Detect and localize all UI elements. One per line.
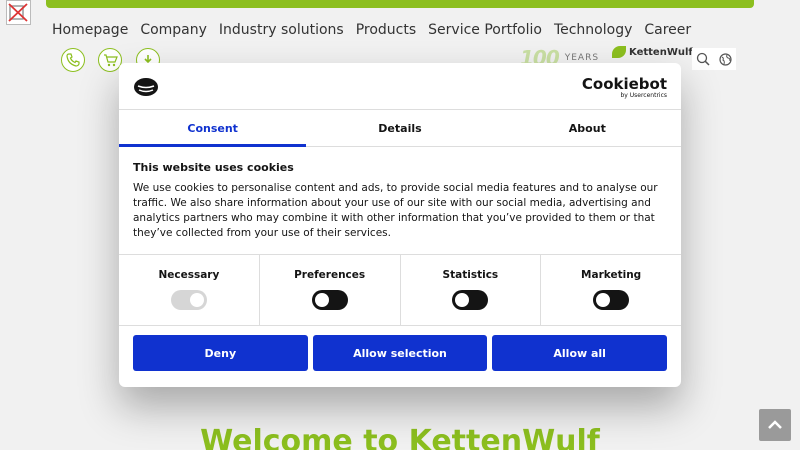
cookie-consent-dialog: Cookiebot by Usercentrics Consent Detail… xyxy=(119,63,681,387)
cookie-category-switches: Necessary Preferences Statistics Marketi… xyxy=(119,254,681,326)
dialog-heading: This website uses cookies xyxy=(133,161,294,174)
category-label: Statistics xyxy=(442,269,499,281)
dialog-content: This website uses cookies We use cookies… xyxy=(119,147,681,254)
deny-button[interactable]: Deny xyxy=(133,335,308,371)
cookiebot-name: Cookiebot xyxy=(581,75,667,93)
dialog-actions: Deny Allow selection Allow all xyxy=(119,326,681,380)
dialog-body-text: We use cookies to personalise content an… xyxy=(133,182,658,239)
tab-about[interactable]: About xyxy=(494,110,681,146)
category-label: Necessary xyxy=(158,269,220,281)
allow-selection-button[interactable]: Allow selection xyxy=(312,335,488,371)
necessary-toggle xyxy=(170,290,207,310)
dialog-header: Cookiebot by Usercentrics xyxy=(119,63,681,110)
dialog-tabs: Consent Details About xyxy=(119,110,681,147)
marketing-toggle[interactable] xyxy=(593,290,630,310)
allow-all-button[interactable]: Allow all xyxy=(492,335,668,371)
statistics-toggle[interactable] xyxy=(452,290,489,310)
category-marketing: Marketing xyxy=(541,255,681,325)
cookie-icon xyxy=(134,78,158,96)
tab-details[interactable]: Details xyxy=(306,110,493,146)
category-necessary: Necessary xyxy=(119,255,260,325)
category-preferences: Preferences xyxy=(260,255,401,325)
preferences-toggle[interactable] xyxy=(311,290,348,310)
cookiebot-logo[interactable]: Cookiebot by Usercentrics xyxy=(581,75,667,100)
category-statistics: Statistics xyxy=(401,255,542,325)
tab-consent[interactable]: Consent xyxy=(119,110,307,147)
category-label: Marketing xyxy=(581,269,642,281)
cookiebot-subline: by Usercentrics xyxy=(620,92,667,99)
category-label: Preferences xyxy=(294,269,366,281)
